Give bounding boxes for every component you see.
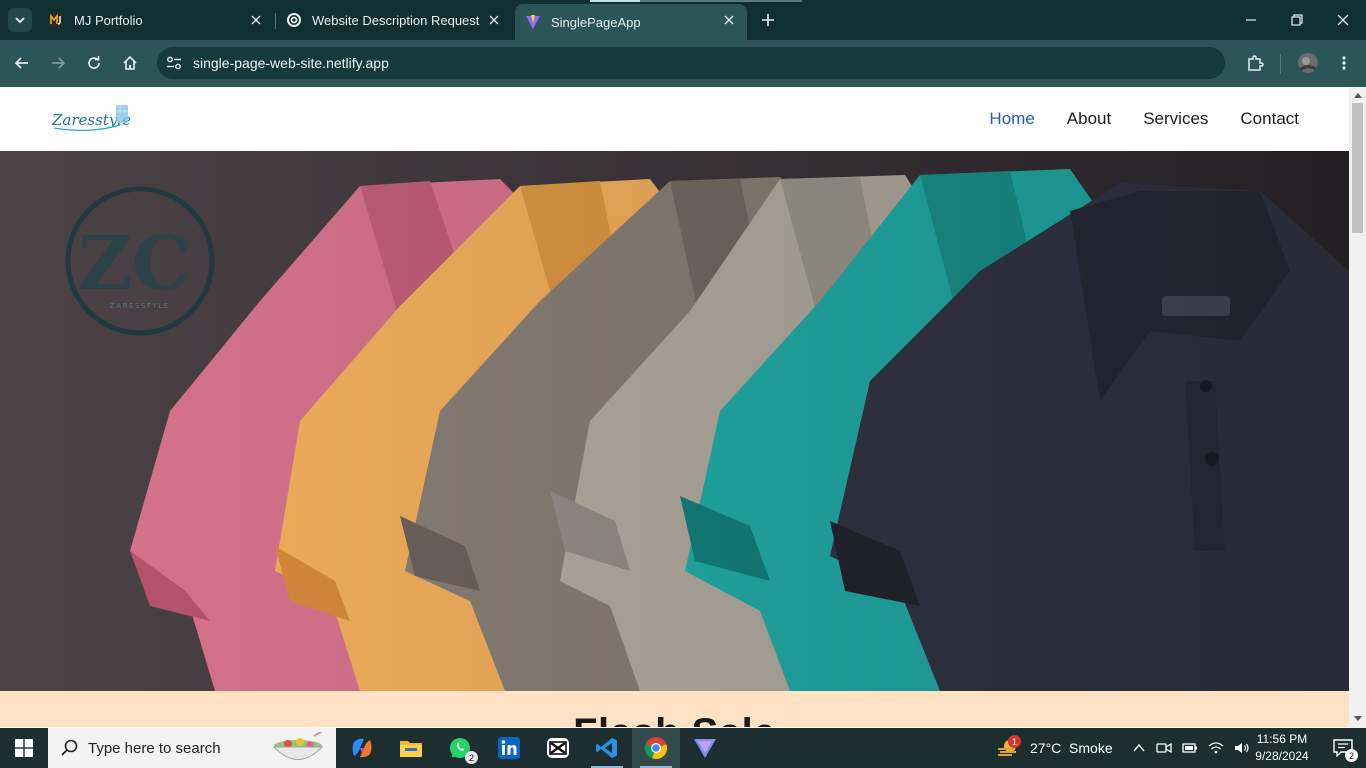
clock-date: 9/28/2024 — [1255, 749, 1309, 763]
scroll-down-arrow[interactable] — [1352, 714, 1363, 724]
notification-center-button[interactable]: 2 — [1320, 728, 1366, 768]
windows-taskbar: Type here to search 2 1 27°C Smoke 11:56… — [0, 728, 1366, 768]
reload-button[interactable] — [82, 51, 106, 75]
capcut-icon — [547, 738, 569, 758]
search-icon — [61, 739, 78, 756]
flash-sale-section: Flash Sale — [0, 691, 1349, 727]
plus-icon — [762, 14, 774, 26]
taskbar-chrome[interactable] — [632, 728, 680, 768]
back-button[interactable] — [10, 51, 34, 75]
system-tray — [1132, 728, 1250, 768]
browser-menu-button[interactable] — [1332, 51, 1356, 75]
minimize-button[interactable] — [1228, 0, 1274, 40]
windows-logo-icon — [15, 739, 33, 757]
svg-text:ZC: ZC — [78, 221, 191, 307]
close-tab-icon[interactable] — [486, 12, 502, 28]
whatsapp-badge: 2 — [465, 751, 478, 764]
more-vertical-icon — [1342, 56, 1346, 70]
chevron-down-icon — [15, 17, 25, 24]
tab-search-button[interactable] — [8, 8, 32, 32]
folder-icon — [400, 741, 422, 757]
browser-tab-bar: MJ Portfolio Website Description Request… — [0, 0, 1366, 40]
nav-home-link[interactable]: Home — [989, 109, 1034, 129]
svg-text:ZARESSTYLE: ZARESSTYLE — [110, 302, 170, 310]
close-window-button[interactable] — [1320, 0, 1366, 40]
mj-favicon-icon — [49, 13, 63, 27]
notification-count: 2 — [1345, 749, 1358, 762]
toolbar-divider — [1280, 54, 1281, 74]
extensions-button[interactable] — [1243, 51, 1267, 75]
arrow-right-icon — [52, 57, 66, 69]
polo-shirts-hero-image: ZC ZARESSTYLE — [0, 151, 1349, 691]
chrome-icon — [644, 737, 668, 760]
url-text[interactable]: single-page-web-site.netlify.app — [193, 55, 389, 71]
site-header: Zaresstyle Home About Services Contact — [0, 87, 1349, 151]
clock-time: 11:56 PM — [1256, 732, 1308, 746]
tab-website-description-request[interactable]: Website Description Request — [276, 0, 512, 40]
nav-about-link[interactable]: About — [1067, 109, 1111, 129]
wifi-icon[interactable] — [1208, 741, 1224, 755]
zaresstyle-logo-icon: Zaresstyle — [51, 105, 131, 132]
weather-text: 27°C Smoke — [1030, 740, 1113, 756]
restore-icon — [1291, 14, 1303, 26]
forward-button[interactable] — [46, 51, 70, 75]
nav-contact-link[interactable]: Contact — [1240, 109, 1299, 129]
web-page: Zaresstyle Home About Services Contact Z… — [0, 87, 1349, 727]
tab-title: SinglePageApp — [551, 14, 641, 30]
profile-avatar[interactable] — [1296, 51, 1320, 75]
meet-now-icon[interactable] — [1156, 741, 1172, 755]
home-icon — [123, 55, 137, 70]
linkedin-icon — [498, 737, 520, 759]
main-nav: Home About Services Contact — [989, 109, 1299, 129]
address-bar[interactable]: single-page-web-site.netlify.app — [157, 47, 1225, 79]
taskbar-search[interactable]: Type here to search — [48, 728, 336, 768]
nav-services-link[interactable]: Services — [1143, 109, 1208, 129]
hero-banner: ZC ZARESSTYLE — [0, 151, 1349, 691]
tab-singlepageapp[interactable]: SinglePageApp — [515, 4, 747, 40]
taskbar-linkedin[interactable] — [485, 728, 533, 768]
avatar-icon — [1298, 53, 1318, 73]
flash-sale-title: Flash Sale — [0, 711, 1349, 727]
loading-strip — [590, 0, 802, 2]
vscode-icon — [596, 738, 617, 758]
close-tab-icon[interactable] — [721, 12, 737, 28]
restore-button[interactable] — [1274, 0, 1320, 40]
chatgpt-favicon-icon — [287, 13, 301, 27]
copilot-icon — [352, 738, 372, 758]
chevron-up-icon[interactable] — [1132, 741, 1146, 755]
triangle-app-icon — [694, 739, 716, 758]
search-placeholder: Type here to search — [88, 740, 221, 757]
taskbar-capcut[interactable] — [534, 728, 582, 768]
site-info-icon[interactable] — [165, 54, 183, 72]
taskbar-file-explorer[interactable] — [387, 728, 435, 768]
tab-title: Website Description Request — [312, 12, 480, 28]
food-bowl-icon — [272, 732, 324, 760]
system-clock[interactable]: 11:56 PM 9/28/2024 — [1246, 731, 1318, 765]
weather-widget[interactable]: 1 27°C Smoke — [996, 728, 1113, 768]
scroll-up-arrow[interactable] — [1352, 90, 1363, 100]
scrollbar-thumb[interactable] — [1352, 103, 1363, 233]
close-icon — [1337, 14, 1349, 26]
taskbar-vscode[interactable] — [583, 728, 631, 768]
weather-badge: 1 — [1008, 735, 1021, 748]
reload-icon — [88, 56, 100, 69]
new-tab-button[interactable] — [757, 9, 779, 31]
battery-icon[interactable] — [1182, 741, 1198, 755]
tab-title: MJ Portfolio — [74, 12, 143, 28]
start-button[interactable] — [0, 728, 48, 768]
puzzle-icon — [1248, 55, 1264, 71]
close-tab-icon[interactable] — [248, 12, 264, 28]
site-logo[interactable]: Zaresstyle — [50, 101, 132, 135]
minimize-icon — [1246, 19, 1256, 21]
home-button[interactable] — [118, 51, 142, 75]
vite-favicon-icon — [526, 15, 540, 29]
arrow-left-icon — [14, 57, 28, 69]
taskbar-vite-app[interactable] — [681, 728, 729, 768]
taskbar-whatsapp[interactable]: 2 — [436, 728, 484, 768]
tab-mj-portfolio[interactable]: MJ Portfolio — [38, 0, 274, 40]
taskbar-copilot[interactable] — [338, 728, 386, 768]
